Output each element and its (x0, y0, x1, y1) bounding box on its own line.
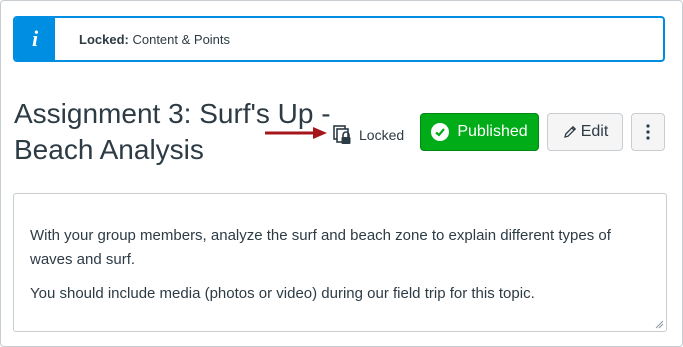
resize-grip-icon[interactable] (654, 319, 664, 329)
lock-icon (333, 125, 351, 144)
published-button[interactable]: Published (420, 113, 539, 151)
description-paragraph: You should include media (photos or vide… (30, 285, 535, 302)
info-icon: i (15, 18, 55, 60)
locked-info-banner: i Locked: Content & Points (13, 16, 665, 62)
edit-button[interactable]: Edit (547, 113, 623, 151)
vertical-ellipsis-icon (646, 124, 650, 140)
pencil-icon (563, 125, 576, 138)
annotation-arrow (265, 127, 327, 139)
edit-label: Edit (580, 123, 609, 140)
description-paragraph: With your group members, analyze the sur… (30, 227, 611, 268)
banner-message: Locked: Content & Points (79, 32, 230, 47)
lock-status: Locked (333, 124, 404, 146)
lock-label: Locked (359, 127, 405, 143)
more-options-button[interactable] (631, 113, 665, 151)
banner-label-text: Content & Points (132, 31, 231, 47)
check-circle-icon (431, 123, 450, 141)
banner-label-strong: Locked: (79, 31, 129, 47)
assignment-description[interactable]: With your group members, analyze the sur… (13, 193, 667, 332)
published-label: Published (457, 123, 528, 140)
